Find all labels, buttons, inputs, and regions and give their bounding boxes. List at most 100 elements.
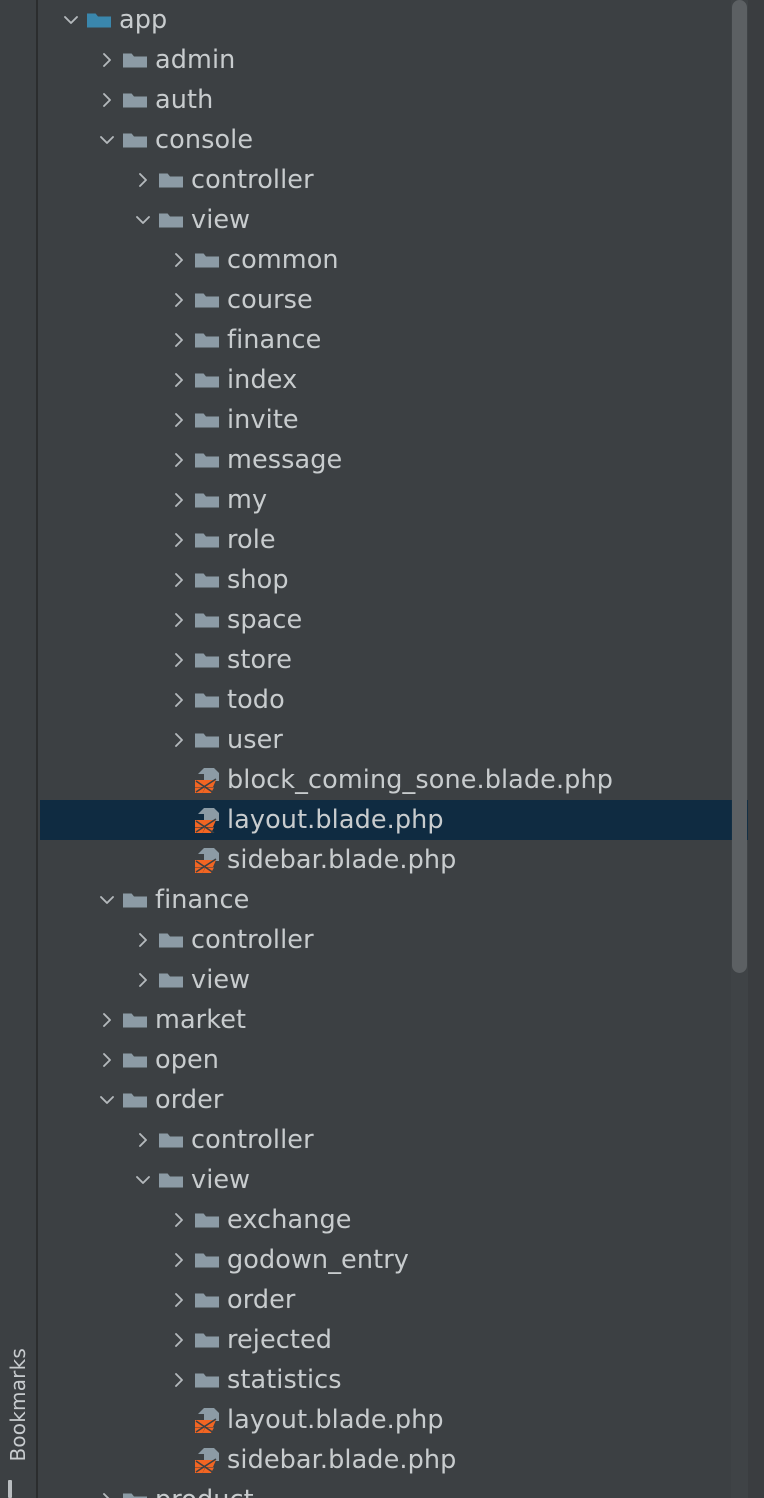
tree-row[interactable]: exchange [40,1200,764,1240]
tree-row[interactable]: admin [40,40,764,80]
chevron-right-icon[interactable] [166,640,192,680]
tree-row[interactable]: course [40,280,764,320]
tree-row-label: view [191,1165,251,1195]
tree-row-label: view [191,205,251,235]
tree-row[interactable]: sidebar.blade.php [40,1440,764,1480]
tree-row-list: app admin auth console controller view common c… [40,0,764,1498]
folder-icon [192,600,222,640]
tree-row[interactable]: godown_entry [40,1240,764,1280]
blade-file-icon [192,1440,222,1480]
bookmarks-label: Bookmarks [6,1348,30,1462]
tree-row[interactable]: todo [40,680,764,720]
chevron-down-icon[interactable] [130,200,156,240]
chevron-right-icon[interactable] [166,440,192,480]
chevron-down-icon[interactable] [58,0,84,40]
panel-right-gutter [748,0,764,1498]
tree-row-label: open [155,1045,220,1075]
folder-icon [192,1280,222,1320]
chevron-right-icon[interactable] [166,680,192,720]
tree-row[interactable]: statistics [40,1360,764,1400]
blade-file-icon [192,1400,222,1440]
chevron-right-icon[interactable] [130,1120,156,1160]
tree-row[interactable]: auth [40,80,764,120]
chevron-right-icon[interactable] [130,920,156,960]
chevron-right-icon[interactable] [166,1360,192,1400]
chevron-down-icon[interactable] [94,880,120,920]
tree-row-label: message [227,445,343,475]
chevron-right-icon[interactable] [166,1280,192,1320]
tree-row-label: sidebar.blade.php [227,1445,457,1475]
tree-row[interactable]: view [40,960,764,1000]
tree-row[interactable]: finance [40,880,764,920]
chevron-right-icon[interactable] [94,1040,120,1080]
tree-row[interactable]: invite [40,400,764,440]
chevron-right-icon[interactable] [166,1320,192,1360]
chevron-right-icon[interactable] [94,40,120,80]
chevron-right-icon[interactable] [166,720,192,760]
tree-row[interactable]: layout.blade.php [40,800,764,840]
tree-row[interactable]: order [40,1280,764,1320]
chevron-right-icon[interactable] [130,960,156,1000]
tree-row[interactable]: view [40,200,764,240]
tree-row[interactable]: app [40,0,764,40]
tree-row[interactable]: product [40,1480,764,1498]
tree-row[interactable]: controller [40,920,764,960]
tree-row[interactable]: open [40,1040,764,1080]
chevron-right-icon[interactable] [166,360,192,400]
tree-row[interactable]: controller [40,1120,764,1160]
tree-row[interactable]: common [40,240,764,280]
chevron-right-icon[interactable] [166,320,192,360]
tree-row-label: block_coming_sone.blade.php [227,765,614,795]
tree-row[interactable]: order [40,1080,764,1120]
tree-row[interactable]: my [40,480,764,520]
chevron-down-icon[interactable] [94,1080,120,1120]
chevron-right-icon[interactable] [94,1000,120,1040]
chevron-right-icon[interactable] [166,520,192,560]
tree-row[interactable]: store [40,640,764,680]
chevron-right-icon[interactable] [130,160,156,200]
tree-row[interactable]: shop [40,560,764,600]
bookmarks-marker-icon [8,1480,12,1498]
tree-row[interactable]: finance [40,320,764,360]
chevron-right-icon[interactable] [94,80,120,120]
tree-row[interactable]: index [40,360,764,400]
folder-icon [192,400,222,440]
tree-row[interactable]: role [40,520,764,560]
project-tree-panel[interactable]: app admin auth console controller view common c… [40,0,764,1498]
chevron-right-icon[interactable] [166,1200,192,1240]
tree-row[interactable]: sidebar.blade.php [40,840,764,880]
chevron-down-icon[interactable] [94,120,120,160]
vertical-scrollbar-thumb[interactable] [732,0,747,973]
chevron-right-icon[interactable] [166,600,192,640]
tree-row[interactable]: console [40,120,764,160]
chevron-right-icon[interactable] [166,560,192,600]
chevron-right-icon[interactable] [166,1240,192,1280]
tree-row[interactable]: user [40,720,764,760]
chevron-down-icon[interactable] [130,1160,156,1200]
tree-row[interactable]: space [40,600,764,640]
bookmarks-tool-button[interactable]: Bookmarks [0,1348,36,1498]
chevron-right-icon[interactable] [166,280,192,320]
blade-file-icon [192,760,222,800]
folder-icon [156,160,186,200]
chevron-right-icon[interactable] [166,480,192,520]
tree-row[interactable]: block_coming_sone.blade.php [40,760,764,800]
tree-row[interactable]: message [40,440,764,480]
folder-icon [192,360,222,400]
tree-row[interactable]: market [40,1000,764,1040]
tree-row[interactable]: controller [40,160,764,200]
tree-row[interactable]: rejected [40,1320,764,1360]
tree-row-label: shop [227,565,289,595]
chevron-right-icon[interactable] [94,1480,120,1498]
tree-row[interactable]: view [40,1160,764,1200]
tree-row[interactable]: layout.blade.php [40,1400,764,1440]
chevron-right-icon[interactable] [166,400,192,440]
chevron-right-icon[interactable] [166,240,192,280]
